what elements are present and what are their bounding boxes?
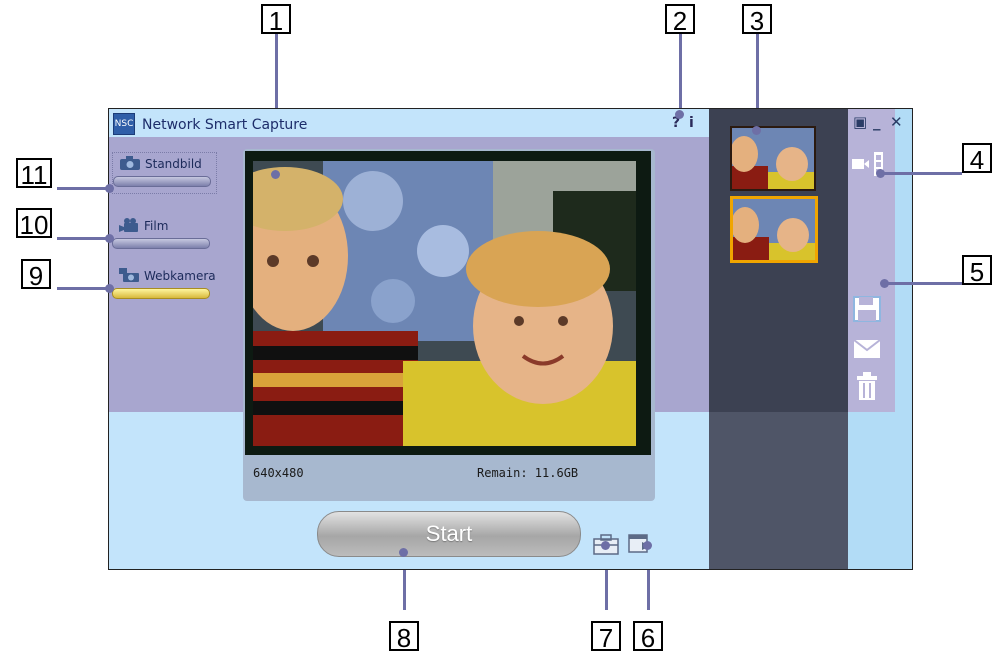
callout-2: 2 — [665, 4, 695, 36]
mode-standbild-label: Standbild — [145, 157, 202, 171]
email-icon[interactable] — [853, 339, 881, 359]
window-title: Network Smart Capture — [142, 117, 308, 133]
callout-7: 7 — [591, 621, 621, 653]
mode-webkamera-bar — [112, 288, 210, 299]
info-button[interactable]: i — [689, 115, 694, 131]
callout-dot-10 — [105, 234, 114, 243]
save-icon[interactable] — [852, 295, 882, 323]
callout-dot-7 — [601, 541, 610, 550]
close-button[interactable]: ✕ — [890, 113, 903, 131]
callout-5: 5 — [962, 255, 992, 287]
side-panel: ▣ _ ✕ — [848, 109, 912, 569]
callout-10: 10 — [16, 208, 52, 240]
callout-line-5 — [884, 282, 962, 285]
minimize-button[interactable]: _ — [873, 113, 881, 131]
callout-8: 8 — [389, 621, 419, 653]
callout-line-9 — [57, 287, 109, 290]
resolution-text: 640x480 — [253, 466, 304, 480]
callout-dot-1 — [271, 170, 280, 179]
callout-dot-11 — [105, 184, 114, 193]
thumbnail[interactable] — [730, 126, 816, 191]
callout-dot-4 — [876, 169, 885, 178]
app-window: NSC Network Smart Capture ? i Standbild … — [108, 108, 913, 570]
app-logo-icon: NSC — [113, 113, 135, 135]
preview-image — [253, 161, 636, 446]
callout-3: 3 — [742, 4, 772, 36]
callout-dot-2 — [675, 110, 684, 119]
callout-9: 9 — [21, 259, 51, 291]
mode-webkamera[interactable]: Webkamera — [112, 265, 216, 305]
mode-webkamera-label: Webkamera — [144, 269, 216, 283]
callout-dot-5 — [880, 279, 889, 288]
callout-1: 1 — [261, 4, 291, 36]
thumbnail-image — [730, 128, 814, 189]
film-camera-icon — [119, 218, 138, 232]
callout-dot-6 — [643, 541, 652, 550]
callout-dot-8 — [399, 548, 408, 557]
callout-dot-9 — [105, 284, 114, 293]
callout-dot-3 — [752, 126, 761, 135]
trash-icon[interactable] — [856, 371, 878, 401]
mode-standbild-bar — [113, 176, 211, 187]
camera-icon — [120, 156, 140, 170]
mode-film-label: Film — [144, 219, 169, 233]
start-button[interactable]: Start — [317, 511, 581, 557]
callout-6: 6 — [633, 621, 663, 653]
restore-button[interactable]: ▣ — [853, 113, 867, 131]
mode-film[interactable]: Film — [112, 215, 215, 255]
callout-line-4 — [880, 172, 962, 175]
thumbnail-selected[interactable] — [730, 196, 818, 263]
mode-film-bar — [112, 238, 210, 249]
thumbnail-panel — [709, 109, 848, 569]
preview-panel: 640x480 Remain: 11.6GB — [243, 149, 655, 501]
mode-standbild[interactable]: Standbild — [112, 152, 217, 194]
webcam-icon — [119, 268, 139, 282]
callout-line-2 — [679, 34, 682, 114]
preview-screen — [245, 151, 651, 455]
thumbnail-image — [731, 199, 815, 260]
callout-line-11 — [57, 187, 109, 190]
remain-text: Remain: 11.6GB — [477, 466, 579, 480]
callout-line-10 — [57, 237, 109, 240]
callout-4: 4 — [962, 143, 992, 175]
callout-11: 11 — [16, 158, 52, 190]
